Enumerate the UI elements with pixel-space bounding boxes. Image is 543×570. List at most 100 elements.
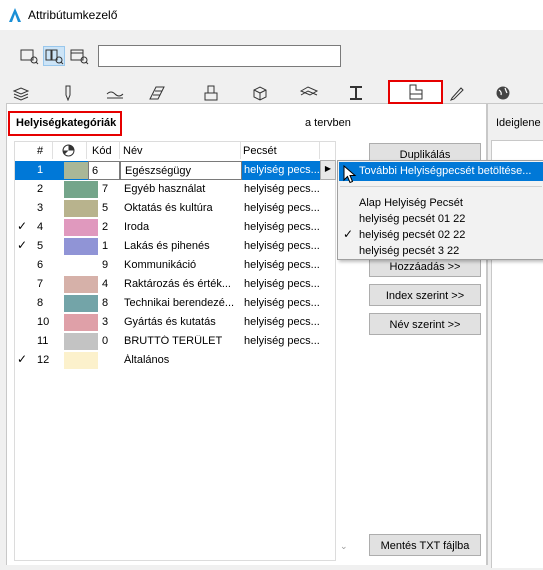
stamp-cell[interactable]: helyiség pecs... [244,316,319,328]
table-row[interactable]: ✓ 12 Általános [15,351,320,370]
code-cell[interactable]: 7 [102,183,108,195]
menu-item-label: helyiség pecsét 01 22 [359,213,466,225]
table-row[interactable]: ✓ 4 2 Iroda helyiség pecs... [15,218,320,237]
detail-view-button[interactable] [68,46,90,66]
list-view-button[interactable] [18,46,40,66]
name-cell[interactable]: Oktatás és kultúra [124,202,241,214]
name-cell[interactable]: Technikai berendezé... [124,297,241,309]
table-row[interactable]: 1 helyiség pecs... [15,161,320,180]
stamp-cell[interactable]: helyiség pecs... [244,278,319,290]
name-cell[interactable]: Gyártás és kutatás [124,316,241,328]
search-input[interactable] [98,45,341,67]
tab-profiles[interactable] [339,82,372,104]
grid-view-icon [45,49,64,65]
color-swatch[interactable] [64,276,98,293]
by-index-button[interactable]: Index szerint >> [369,284,481,306]
column-header-name[interactable]: Név [123,145,143,157]
grid-view-button[interactable] [43,46,65,66]
code-field[interactable] [88,161,120,180]
save-txt-button[interactable]: Mentés TXT fájlba [369,534,481,556]
stamp-dropdown-arrow-button[interactable]: ▶ [320,160,336,180]
code-cell[interactable]: 2 [102,221,108,233]
name-field[interactable] [120,161,242,180]
stamp-cell[interactable]: helyiség pecs... [244,297,319,309]
stamp-cell[interactable]: helyiség pecs... [244,259,319,271]
row-number: 7 [37,278,44,290]
code-cell[interactable]: 1 [102,240,108,252]
name-cell[interactable]: Raktározás és érték... [124,278,241,290]
row-number: 11 [37,335,49,347]
table-row[interactable]: 6 9 Kommunikáció helyiség pecs... [15,256,320,275]
tab-globe[interactable] [486,82,519,104]
in-plan-label: a tervben [305,117,351,129]
tab-fills[interactable] [140,82,173,104]
column-header-stamp[interactable]: Pecsét [243,145,277,157]
color-swatch[interactable] [64,181,98,198]
table-row[interactable]: 7 4 Raktározás és érték... helyiség pecs… [15,275,320,294]
table-row[interactable]: 3 5 Oktatás és kultúra helyiség pecs... [15,199,320,218]
row-number: 5 [37,240,44,252]
color-swatch[interactable] [64,333,98,350]
temporary-label: Ideiglene [496,117,541,129]
name-cell[interactable]: Egyéb használat [124,183,241,195]
color-swatch[interactable] [64,352,98,369]
stamp-cell[interactable]: helyiség pecs... [244,240,319,252]
stamp-cell[interactable]: helyiség pecs... [244,202,319,214]
code-cell[interactable]: 8 [102,297,108,309]
row-number: 2 [37,183,44,195]
window-title: Attribútumkezelő [28,8,118,22]
tab-pens[interactable] [51,82,84,104]
stamp-cell[interactable]: helyiség pecs... [244,183,319,195]
table-row[interactable]: 11 0 BRUTTÓ TERÜLET helyiség pecs... [15,332,320,351]
code-cell[interactable]: 9 [102,259,108,271]
code-cell[interactable]: 0 [102,335,108,347]
section-title: Helyiségkategóriák [8,111,122,136]
column-header-number[interactable]: # [37,145,43,157]
table-row[interactable]: 8 8 Technikai berendezé... helyiség pecs… [15,294,320,313]
tab-markup[interactable] [440,82,473,104]
code-cell[interactable]: 3 [102,316,108,328]
menu-item-label: További Helyiségpecsét betöltése... [359,165,532,177]
stamp-cell[interactable]: helyiség pecs... [244,221,319,233]
name-cell[interactable]: Kommunikáció [124,259,241,271]
column-header-code[interactable]: Kód [92,145,112,157]
tab-building-materials[interactable] [292,82,325,104]
color-swatch[interactable] [64,314,98,331]
name-cell[interactable]: Általános [124,354,241,366]
stamp-cell[interactable]: helyiség pecs... [244,335,319,347]
menu-item-stamp-3[interactable]: helyiség pecsét 3 22 [339,242,543,261]
stamp-cell[interactable]: helyiség pecs... [244,164,319,176]
list-view-icon [20,49,39,65]
code-cell[interactable]: 5 [102,202,108,214]
tab-surfaces[interactable] [243,82,276,104]
header-separator [240,142,241,159]
color-swatch[interactable] [64,200,98,217]
in-plan-check: ✓ [17,352,28,366]
table-row[interactable]: 2 7 Egyéb használat helyiség pecs... [15,180,320,199]
table-row[interactable]: ✓ 5 1 Lakás és pihenés helyiség pecs... [15,237,320,256]
color-swatch[interactable] [64,238,98,255]
scroll-down-icon[interactable]: ⌄ [340,541,348,552]
name-cell[interactable]: BRUTTÓ TERÜLET [124,335,241,347]
code-cell[interactable]: 4 [102,278,108,290]
color-swatch[interactable] [64,257,98,274]
profiles-icon [349,86,362,100]
color-swatch[interactable] [64,295,98,312]
mouse-cursor-icon [343,165,357,184]
name-cell[interactable]: Iroda [124,221,241,233]
tab-layers[interactable] [4,82,37,104]
color-swatch[interactable] [64,219,98,236]
tab-zone-categories[interactable] [388,80,443,104]
table-row[interactable]: 10 3 Gyártás és kutatás helyiség pecs... [15,313,320,332]
row-number: 10 [37,316,50,328]
tab-line-types[interactable] [98,82,131,104]
name-cell[interactable]: Lakás és pihenés [124,240,241,252]
tab-composites[interactable] [194,82,227,104]
by-name-button[interactable]: Név szerint >> [369,313,481,335]
row-number: 8 [37,297,44,309]
markup-icon [449,87,464,101]
menu-item-load-more-stamps[interactable]: További Helyiségpecsét betöltése... [339,162,543,181]
fill-types-icon [148,86,165,100]
app-logo-icon [9,8,21,22]
color-column-icon[interactable] [62,144,75,157]
